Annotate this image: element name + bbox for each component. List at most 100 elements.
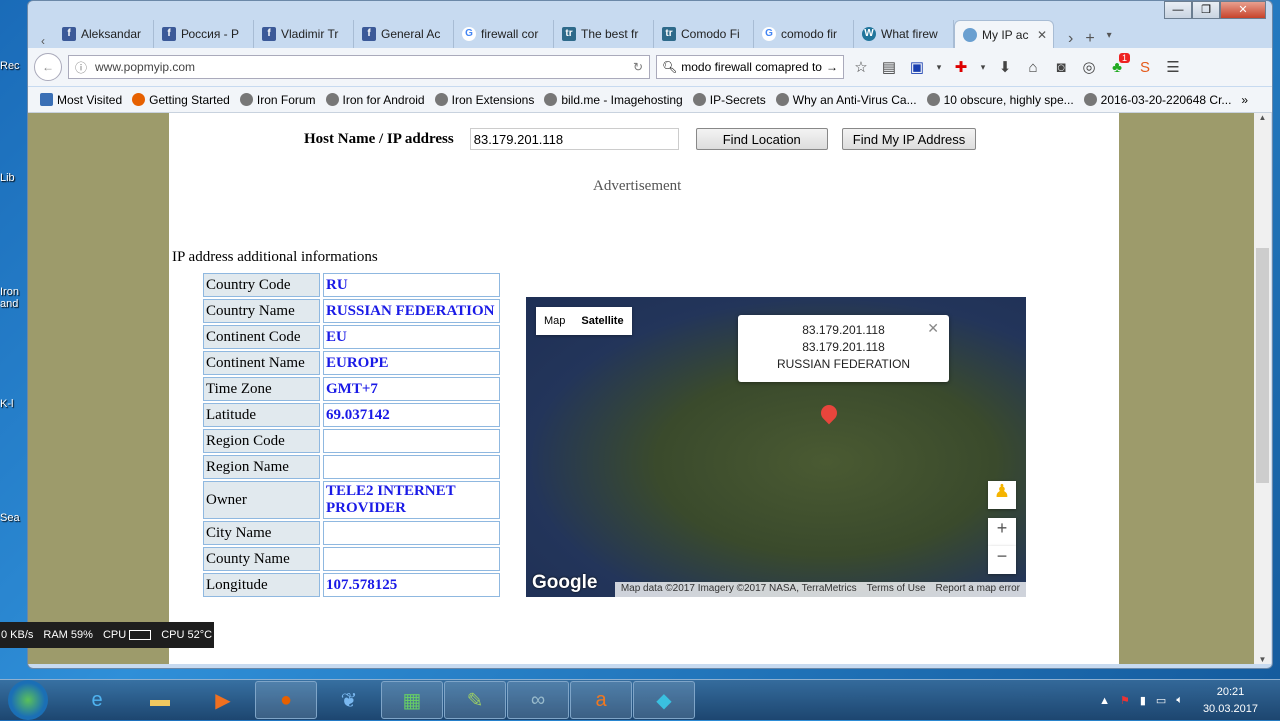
firefox-icon[interactable]: ● [255, 681, 317, 719]
reading-list-icon[interactable]: ▤ [878, 58, 900, 76]
search-bar[interactable]: 🔍︎ modo firewall comapred to → [656, 55, 844, 79]
desktop-icon[interactable]: Lib [0, 172, 26, 184]
tab-scroll-left-icon[interactable]: ‹ [32, 34, 54, 48]
tab-active[interactable]: My IP ac ✕ [954, 20, 1054, 48]
back-button[interactable]: ← [34, 53, 62, 81]
network-app-icon[interactable]: ∞ [507, 681, 569, 719]
find-my-ip-button[interactable]: Find My IP Address [841, 128, 977, 150]
tab-scroll-right-icon[interactable]: › [1068, 30, 1073, 48]
map-type-map-button[interactable]: Map [536, 307, 573, 335]
wordpress-icon: W [862, 27, 876, 41]
url-text[interactable]: www.popmyip.com [95, 60, 625, 74]
download-icon[interactable]: ⬇ [994, 58, 1016, 76]
avast-icon[interactable]: a [570, 681, 632, 719]
new-tab-icon[interactable]: + [1085, 30, 1094, 48]
addon-s-icon[interactable]: S [1134, 59, 1156, 76]
desktop-icon[interactable]: Iron and [0, 286, 26, 310]
tab[interactable]: Gfirewall cor [454, 20, 554, 48]
bookmark-label: 2016-03-20-220648 Cr... [1100, 92, 1232, 107]
advertisement-label: Advertisement [593, 178, 682, 194]
bookmark-item[interactable]: Iron Extensions [434, 93, 534, 107]
tab[interactable]: Gcomodo fir [754, 20, 854, 48]
more-bookmarks-icon[interactable]: » [1241, 93, 1248, 107]
bookmark-item[interactable]: Iron for Android [325, 93, 425, 107]
report-error-link[interactable]: Report a map error [936, 583, 1020, 596]
home-icon[interactable]: ⌂ [1022, 59, 1044, 76]
desktop-icon[interactable]: Sea [0, 512, 26, 524]
scroll-up-icon[interactable]: ▲ [1254, 113, 1271, 122]
row-label: Longitude [203, 573, 320, 597]
tab[interactable]: tr Comodo Fi [654, 20, 754, 48]
minimize-button[interactable]: — [1164, 1, 1192, 19]
find-location-button[interactable]: Find Location [695, 128, 828, 150]
media-player-icon[interactable]: ▶ [192, 681, 254, 719]
sync-icon[interactable]: ◎ [1078, 58, 1100, 76]
dropdown-icon[interactable]: ▾ [934, 62, 944, 73]
maximize-button[interactable]: ❐ [1192, 1, 1220, 19]
network-icon[interactable]: ▭ [1156, 694, 1166, 707]
clock[interactable]: 20:21 30.03.2017 [1203, 684, 1258, 718]
feather-app-icon[interactable]: ❦ [318, 681, 380, 719]
first-aid-icon[interactable]: ✚ [950, 58, 972, 76]
host-label: Host Name / IP address [304, 130, 454, 147]
reload-icon[interactable]: ↻ [633, 60, 643, 74]
bookmark-item[interactable]: Why an Anti-Virus Ca... [775, 93, 917, 107]
extension-icon[interactable]: ♣ 1 [1106, 52, 1130, 76]
bookmark-item[interactable]: Most Visited [40, 93, 122, 107]
internet-explorer-icon[interactable]: e [66, 681, 128, 719]
scrollbar-thumb[interactable] [1256, 248, 1269, 483]
zoom-out-button[interactable]: − [988, 546, 1016, 574]
start-button[interactable] [8, 680, 48, 720]
bookmark-item[interactable]: 2016-03-20-220648 Cr... [1083, 92, 1232, 107]
save-icon[interactable]: ▣ [906, 58, 928, 76]
vertical-scrollbar[interactable]: ▲ ▼ [1254, 113, 1271, 664]
bookmark-item[interactable]: Getting Started [132, 93, 230, 107]
terms-link[interactable]: Terms of Use [867, 583, 926, 596]
tab[interactable]: f Vladimir Tr [254, 20, 354, 48]
tab[interactable]: f Россия - Р [154, 20, 254, 48]
close-window-button[interactable]: ✕ [1220, 1, 1266, 19]
zoom-in-button[interactable]: + [988, 518, 1016, 546]
bookmark-item[interactable]: IP-Secrets [692, 93, 766, 107]
map[interactable]: Map Satellite ✕ 83.179.201.118 83.179.201… [526, 297, 1026, 597]
table-row: Time Zone GMT+7 [203, 377, 500, 401]
url-bar[interactable]: ⓘ www.popmyip.com ↻ [68, 55, 650, 79]
show-hidden-icons[interactable]: ▲ [1099, 695, 1110, 707]
tab[interactable]: f General Ac [354, 20, 454, 48]
map-marker-icon[interactable] [817, 401, 841, 425]
tab[interactable]: f Aleksandar [54, 20, 154, 48]
tab[interactable]: W What firew [854, 20, 954, 48]
tab[interactable]: tr The best fr [554, 20, 654, 48]
search-go-icon[interactable]: → [826, 60, 838, 74]
volume-icon[interactable]: 🔈︎ [1176, 694, 1183, 707]
pocket-icon[interactable]: ◙ [1050, 59, 1072, 76]
bookmark-star-icon[interactable]: ☆ [850, 58, 872, 76]
bookmark-label: Iron Forum [256, 92, 316, 107]
close-popup-icon[interactable]: ✕ [927, 320, 939, 337]
flag-icon[interactable]: ⚑ [1120, 694, 1130, 707]
tab-list-icon[interactable]: ▾ [1107, 30, 1112, 48]
power-icon[interactable]: ▮ [1140, 694, 1146, 707]
close-tab-icon[interactable]: ✕ [1037, 28, 1047, 42]
scroll-down-icon[interactable]: ▼ [1254, 655, 1271, 664]
map-type-satellite-button[interactable]: Satellite [573, 307, 631, 335]
notepad-icon[interactable]: ✎ [444, 681, 506, 719]
monitor-app-icon[interactable]: ▦ [381, 681, 443, 719]
tab-label: General Ac [381, 27, 441, 41]
bookmark-item[interactable]: Iron Forum [239, 92, 316, 107]
notification-badge: 1 [1118, 52, 1130, 63]
pegman-icon[interactable]: ♟ [988, 481, 1016, 509]
file-explorer-icon[interactable]: ▬ [129, 681, 191, 719]
globe-icon [775, 93, 789, 106]
desktop-icon[interactable]: K-l [0, 398, 26, 410]
search-text[interactable]: modo firewall comapred to [681, 60, 822, 74]
menu-icon[interactable]: ☰ [1162, 58, 1184, 76]
bookmark-item[interactable]: bild.me - Imagehosting [544, 93, 683, 107]
table-row: City Name [203, 521, 500, 545]
cube-app-icon[interactable]: ◆ [633, 681, 695, 719]
info-icon[interactable]: ⓘ [75, 59, 87, 76]
host-input[interactable] [469, 128, 679, 150]
desktop-icon[interactable]: Rec [0, 60, 26, 72]
bookmark-item[interactable]: 10 obscure, highly spe... [926, 93, 1074, 107]
dropdown-icon[interactable]: ▾ [978, 62, 988, 73]
